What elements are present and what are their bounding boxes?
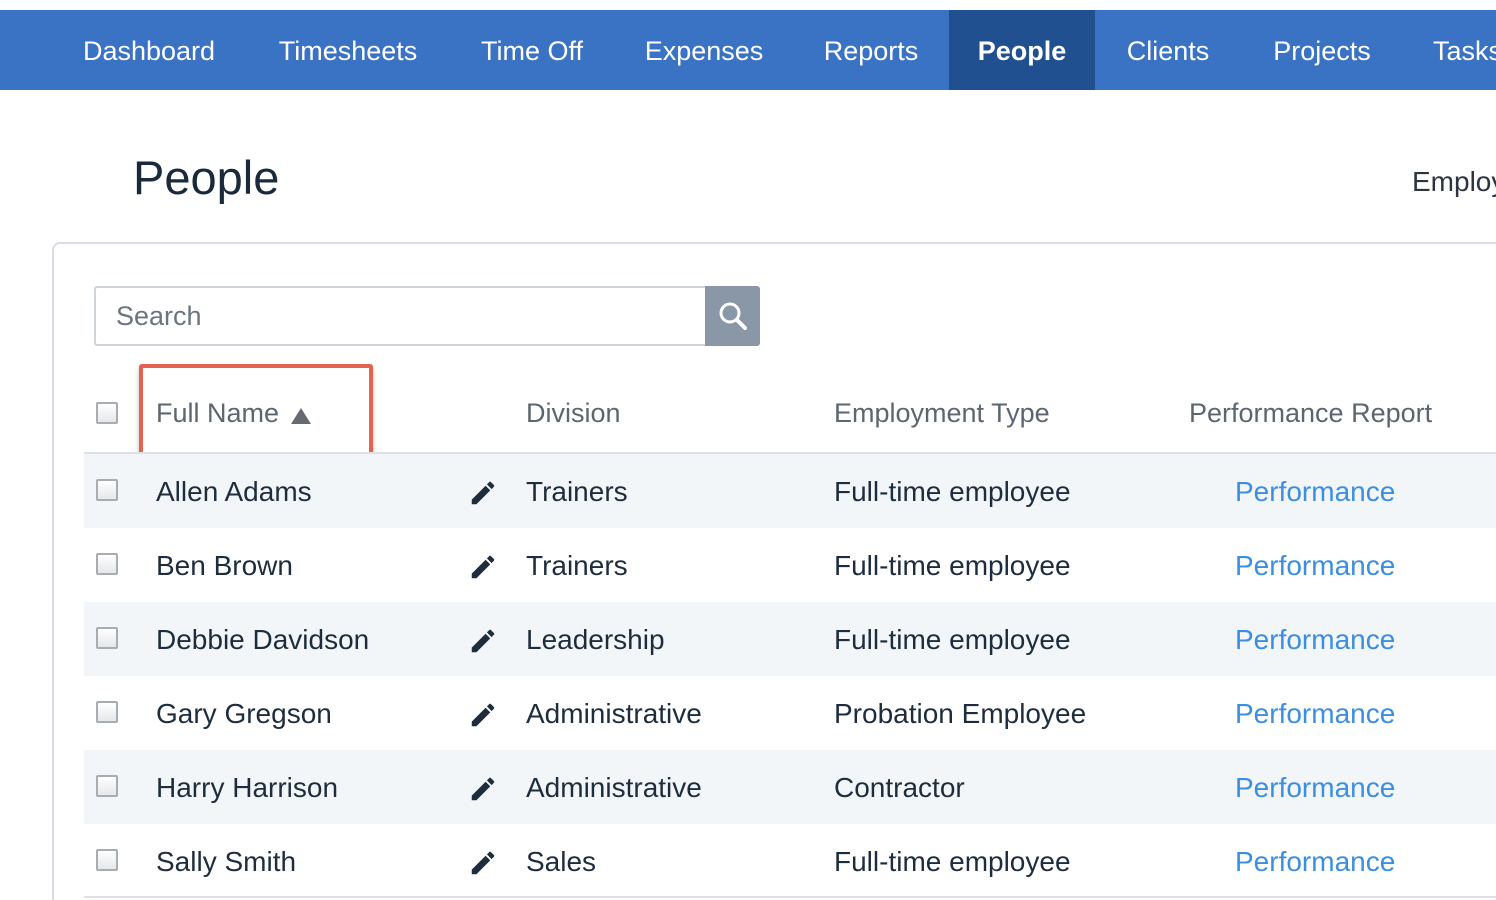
nav-projects[interactable]: Projects [1252,10,1392,90]
table-row: Ben Brown Trainers Full-time employee Pe… [84,528,1496,602]
division-cell: Administrative [526,698,702,729]
table-row: Sally Smith Sales Full-time employee Per… [84,824,1496,898]
division-cell: Trainers [526,550,628,581]
division-cell: Trainers [526,476,628,507]
pencil-icon[interactable] [468,478,498,508]
employment-type-cell: Contractor [834,772,965,803]
pencil-icon[interactable] [468,848,498,878]
employment-type-cell: Probation Employee [834,698,1087,729]
nav-people[interactable]: People [949,10,1095,90]
full-name-cell: Gary Gregson [156,698,332,729]
employment-type-cell: Full-time employee [834,476,1071,507]
division-cell: Leadership [526,624,665,655]
search-icon [719,302,747,330]
table-row: Allen Adams Trainers Full-time employee … [84,454,1496,528]
select-all-checkbox[interactable] [96,402,118,424]
search-button[interactable] [705,286,760,346]
full-name-cell: Harry Harrison [156,772,339,803]
performance-link[interactable]: Performance [1235,602,1395,676]
table-row: Debbie Davidson Leadership Full-time emp… [84,602,1496,676]
employment-type-cell: Full-time employee [834,624,1071,655]
employees-label[interactable]: Employ [1412,166,1496,198]
full-name-cell: Ben Brown [156,550,293,581]
pencil-icon[interactable] [468,626,498,656]
row-checkbox[interactable] [96,775,118,797]
nav-reports[interactable]: Reports [802,10,940,90]
full-name-cell: Allen Adams [156,476,312,507]
division-cell: Sales [526,846,597,877]
employment-type-cell: Full-time employee [834,550,1071,581]
page-title: People [133,151,280,204]
search-input[interactable] [94,286,706,346]
nav-tasks[interactable]: Tasks [1420,10,1496,90]
column-header-division[interactable]: Division [526,398,621,429]
pencil-icon[interactable] [468,774,498,804]
nav-timesheets[interactable]: Timesheets [256,10,440,90]
row-checkbox[interactable] [96,849,118,871]
employment-type-cell: Full-time employee [834,846,1071,877]
nav-clients[interactable]: Clients [1106,10,1230,90]
pencil-icon[interactable] [468,552,498,582]
nav-dashboard[interactable]: Dashboard [62,10,236,90]
pencil-icon[interactable] [468,700,498,730]
row-checkbox[interactable] [96,701,118,723]
row-checkbox[interactable] [96,479,118,501]
page: Dashboard Timesheets Time Off Expenses R… [0,0,1496,900]
table-row: Gary Gregson Administrative Probation Em… [84,676,1496,750]
performance-link[interactable]: Performance [1235,824,1395,898]
performance-link[interactable]: Performance [1235,454,1395,528]
nav-time-off[interactable]: Time Off [458,10,606,90]
full-name-cell: Sally Smith [156,846,297,877]
performance-link[interactable]: Performance [1235,750,1395,824]
row-checkbox[interactable] [96,627,118,649]
performance-link[interactable]: Performance [1235,676,1395,750]
row-checkbox[interactable] [96,553,118,575]
top-navigation: Dashboard Timesheets Time Off Expenses R… [0,10,1496,90]
performance-link[interactable]: Performance [1235,528,1395,602]
column-header-employment-type[interactable]: Employment Type [834,398,1050,429]
table-row: Harry Harrison Administrative Contractor… [84,750,1496,824]
highlight-annotation [139,364,373,456]
division-cell: Administrative [526,772,702,803]
nav-expenses[interactable]: Expenses [626,10,782,90]
table-bottom-divider [84,896,1496,898]
full-name-cell: Debbie Davidson [156,624,370,655]
column-header-performance-report[interactable]: Performance Report [1189,398,1432,429]
